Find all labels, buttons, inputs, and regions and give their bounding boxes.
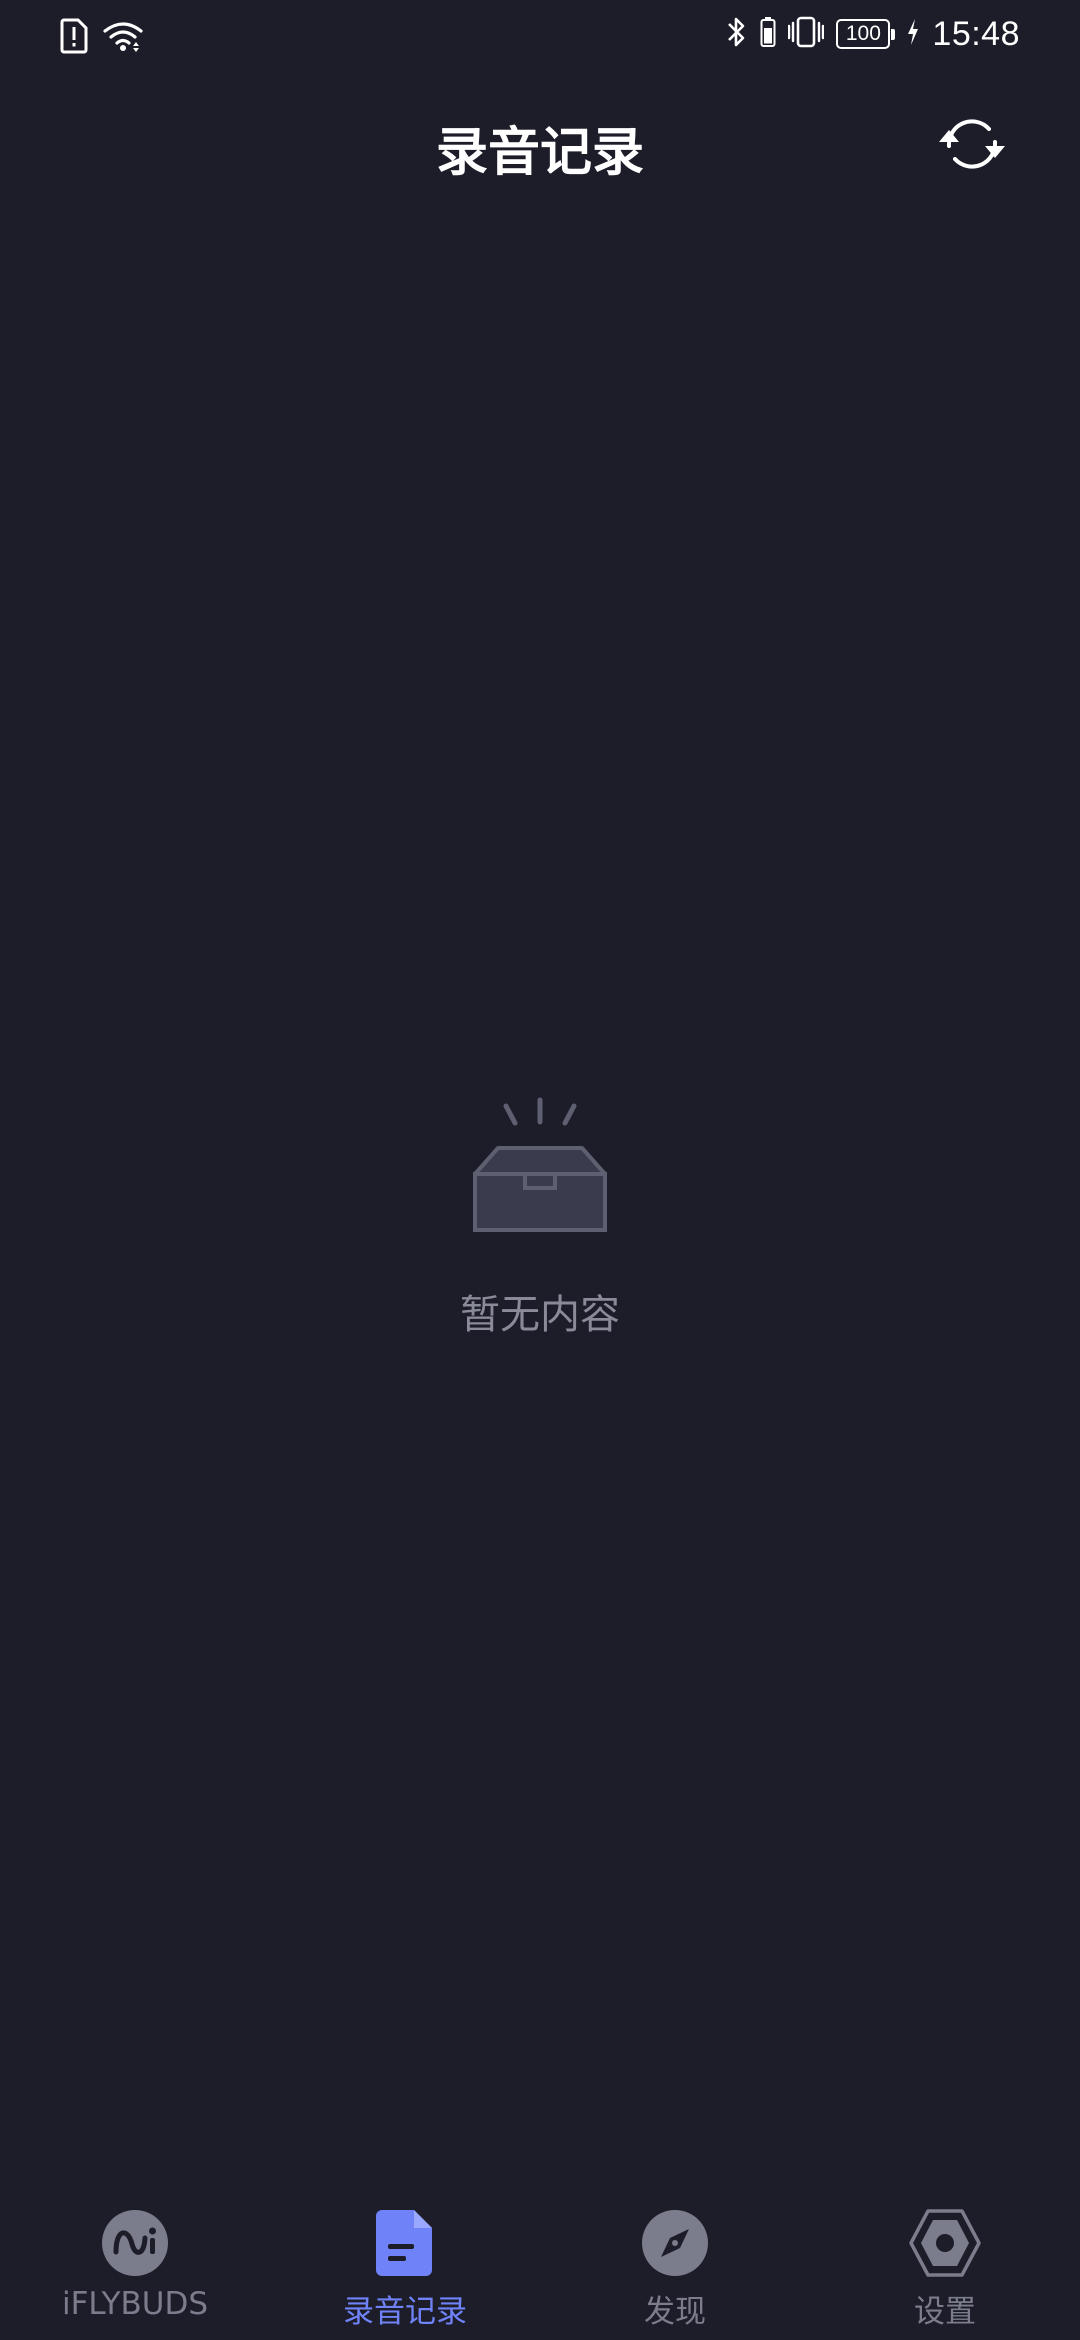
page-title: 录音记录 — [435, 123, 644, 183]
empty-state: 暂无内容 — [0, 1090, 1080, 1340]
sim-alert-icon — [60, 18, 88, 58]
nav-item-iflybuds[interactable]: iFLYBUDS — [0, 2190, 270, 2340]
battery-indicator: 100 — [836, 19, 896, 49]
sync-icon — [936, 112, 1008, 180]
wifi-icon — [102, 19, 144, 57]
nav-label-recordings: 录音记录 — [343, 2294, 467, 2330]
nav-item-discover[interactable]: 发现 — [540, 2190, 810, 2340]
document-icon — [368, 2206, 442, 2280]
status-left — [60, 18, 144, 58]
header: 录音记录 — [0, 90, 1080, 200]
charging-icon — [906, 18, 920, 50]
status-time: 15:48 — [932, 14, 1020, 53]
empty-inbox-icon — [460, 1090, 620, 1246]
compass-icon — [638, 2206, 712, 2280]
status-bar: 100 15:48 — [0, 0, 1080, 72]
vibrate-icon — [788, 15, 825, 53]
nav-item-recordings[interactable]: 录音记录 — [270, 2190, 540, 2340]
iflybuds-icon — [98, 2206, 172, 2280]
nav-label-settings: 设置 — [914, 2294, 976, 2330]
nav-label-iflybuds: iFLYBUDS — [61, 2286, 209, 2322]
bottom-nav: iFLYBUDS 录音记录 发现 设置 — [0, 2190, 1080, 2340]
app-screen: 100 15:48 录音记录 暂无内容 iFLYBUDS 录音记录 发现 设置 — [0, 0, 1080, 2340]
settings-hexagon-icon — [908, 2206, 982, 2280]
nav-label-discover: 发现 — [644, 2294, 706, 2330]
sync-button[interactable] — [934, 108, 1010, 184]
nav-item-settings[interactable]: 设置 — [810, 2190, 1080, 2340]
empty-state-text: 暂无内容 — [460, 1292, 620, 1338]
headset-battery-icon — [760, 16, 776, 52]
bluetooth-icon — [726, 14, 748, 54]
status-right: 100 15:48 — [726, 14, 1020, 54]
